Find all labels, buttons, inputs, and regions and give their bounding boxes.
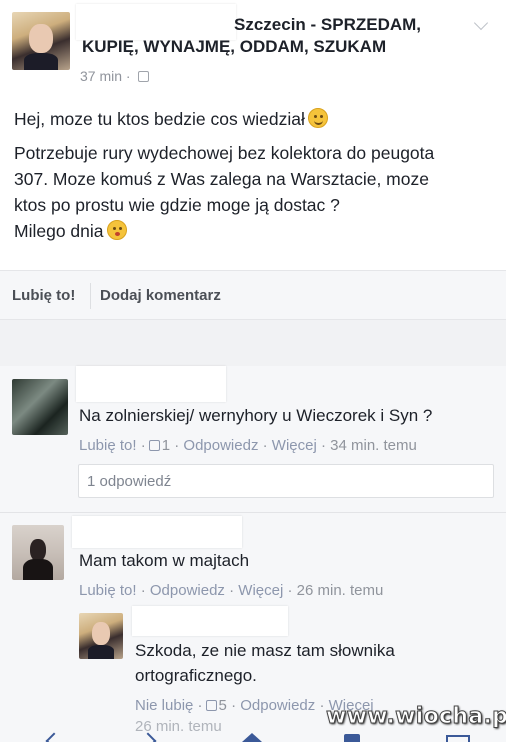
reply-reply-link[interactable]: Odpowiedz: [240, 697, 315, 714]
post-line: Milego dnia: [14, 221, 104, 241]
meta-separator: ·: [229, 582, 235, 599]
post-time: 37 min: [80, 68, 123, 84]
reply-unlike-link[interactable]: Nie lubię: [135, 697, 193, 714]
comment-time: 34 min. temu: [330, 437, 417, 454]
group-title-line1: Szczecin - SPRZEDAM,: [234, 15, 422, 34]
reply-line: Szkoda, ze nie masz tam słownika: [135, 641, 395, 660]
comment-text: Mam takom w majtach: [79, 551, 250, 570]
redacted-reply-author: [132, 606, 288, 636]
group-title[interactable]: Szczecin - SPRZEDAM, KUPIĘ, WYNAJMĘ, ODD…: [82, 14, 472, 58]
meta-separator: ·: [319, 697, 325, 714]
meta-separator: ·: [125, 68, 131, 84]
comment-like-link[interactable]: Lubię to!: [79, 582, 137, 599]
section-gap: [0, 320, 506, 366]
comment-meta: Lubię to! · 1 · Odpowiedz · Więcej · 34 m…: [79, 437, 417, 454]
group-icon: [138, 71, 150, 82]
meta-separator: ·: [174, 437, 180, 454]
back-icon[interactable]: [44, 731, 64, 742]
share-icon[interactable]: [344, 731, 362, 742]
comment-meta: Lubię to! · Odpowiedz · Więcej · 26 min.…: [79, 582, 383, 599]
like-button[interactable]: Lubię to!: [12, 287, 75, 304]
post-line: 307. Moze komuś z Was zalega na Warsztac…: [14, 169, 429, 189]
reply-text: Szkoda, ze nie masz tam słownika ortogra…: [135, 638, 395, 688]
thumbs-up-icon: [205, 700, 217, 711]
divider: [90, 283, 91, 309]
post-body: Hej, moze tu ktos bedzie cos wiedział Po…: [14, 106, 494, 244]
post-author-avatar[interactable]: [12, 12, 70, 70]
redacted-commenter-name: [72, 516, 242, 548]
comment-more-link[interactable]: Więcej: [238, 582, 283, 599]
comment-divider: [0, 512, 506, 513]
reply-line: ortograficznego.: [135, 666, 257, 685]
comment-more-link[interactable]: Więcej: [272, 437, 317, 454]
meta-separator: ·: [197, 697, 203, 714]
comment-like-link[interactable]: Lubię to!: [79, 437, 137, 454]
thumbs-up-icon: [148, 440, 160, 451]
post-action-bar: Lubię to! Dodaj komentarz: [0, 270, 506, 320]
post-card: Szczecin - SPRZEDAM, KUPIĘ, WYNAJMĘ, ODD…: [0, 0, 506, 270]
meta-separator: ·: [320, 437, 326, 454]
site-watermark: www.wiocha.pl: [326, 704, 506, 730]
smile-emoji-icon: [307, 108, 328, 128]
post-timestamp[interactable]: 37 min ·: [80, 68, 150, 84]
meta-separator: ·: [140, 437, 146, 454]
group-title-line2: KUPIĘ, WYNAJMĘ, ODDAM, SZUKAM: [82, 37, 387, 56]
like-count: 5: [218, 697, 227, 714]
like-count: 1: [161, 437, 171, 454]
tabs-icon[interactable]: [446, 731, 470, 742]
reply-author-avatar[interactable]: [79, 613, 123, 659]
forward-icon[interactable]: [142, 731, 162, 742]
post-line: ktos po prostu wie gdzie moge ją dostac …: [14, 195, 340, 215]
kiss-emoji-icon: [106, 220, 127, 240]
post-line: Hej, moze tu ktos bedzie cos wiedział: [14, 109, 305, 129]
comment-reply-link[interactable]: Odpowiedz: [150, 582, 225, 599]
comment-time: 26 min. temu: [296, 582, 384, 599]
replies-count: 1 odpowiedź: [87, 473, 172, 490]
redacted-commenter-name: [76, 366, 226, 402]
view-replies-button[interactable]: 1 odpowiedź: [78, 464, 494, 498]
meta-separator: ·: [231, 697, 237, 714]
meta-separator: ·: [262, 437, 268, 454]
add-comment-button[interactable]: Dodaj komentarz: [100, 287, 221, 304]
commenter-avatar[interactable]: [12, 379, 68, 435]
comment-reply-link[interactable]: Odpowiedz: [183, 437, 258, 454]
comment-text: Na zolnierskiej/ wernyhory u Wieczorek i…: [79, 406, 433, 425]
chevron-down-icon[interactable]: [474, 18, 488, 32]
home-icon[interactable]: [242, 731, 264, 742]
meta-separator: ·: [140, 582, 146, 599]
meta-separator: ·: [287, 582, 293, 599]
commenter-avatar[interactable]: [12, 525, 64, 580]
post-line: Potrzebuje rury wydechowej bez kolektora…: [14, 143, 435, 163]
